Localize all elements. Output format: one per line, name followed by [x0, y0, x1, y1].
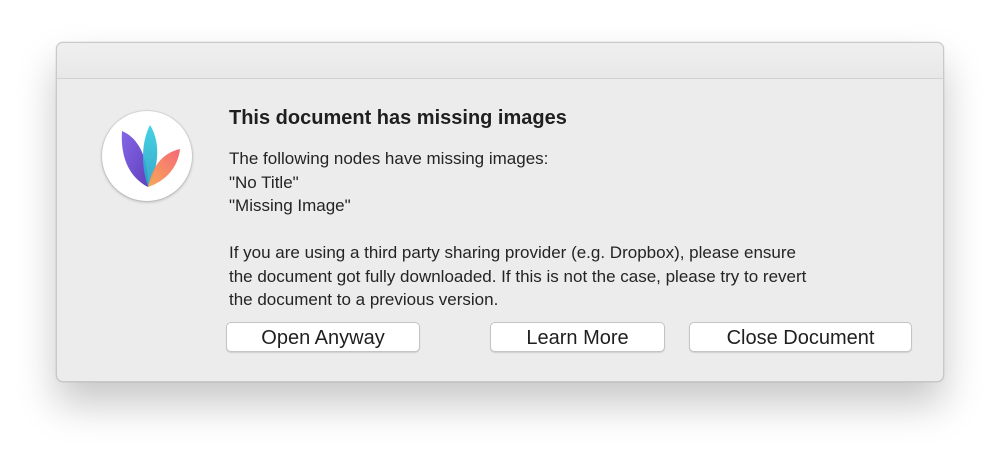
message-line: the document got fully downloaded. If th… — [229, 266, 807, 286]
message-line: the document to a previous version. — [229, 290, 499, 309]
window-titlebar[interactable] — [57, 43, 943, 79]
dialog-title: This document has missing images — [229, 107, 567, 129]
message-line: If you are using a third party sharing p… — [229, 243, 796, 262]
close-document-button[interactable]: Close Document — [689, 322, 912, 352]
learn-more-button[interactable]: Learn More — [490, 322, 665, 352]
dialog-message: The following nodes have missing images:… — [229, 147, 919, 312]
missing-node-name: "No Title" — [229, 172, 299, 192]
mindnode-leaf-icon — [102, 111, 192, 201]
missing-node-name: "Missing Image" — [229, 196, 351, 215]
open-anyway-button[interactable]: Open Anyway — [226, 322, 420, 352]
message-line: The following nodes have missing images: — [229, 149, 549, 168]
alert-dialog: This document has missing images The fol… — [56, 42, 944, 382]
